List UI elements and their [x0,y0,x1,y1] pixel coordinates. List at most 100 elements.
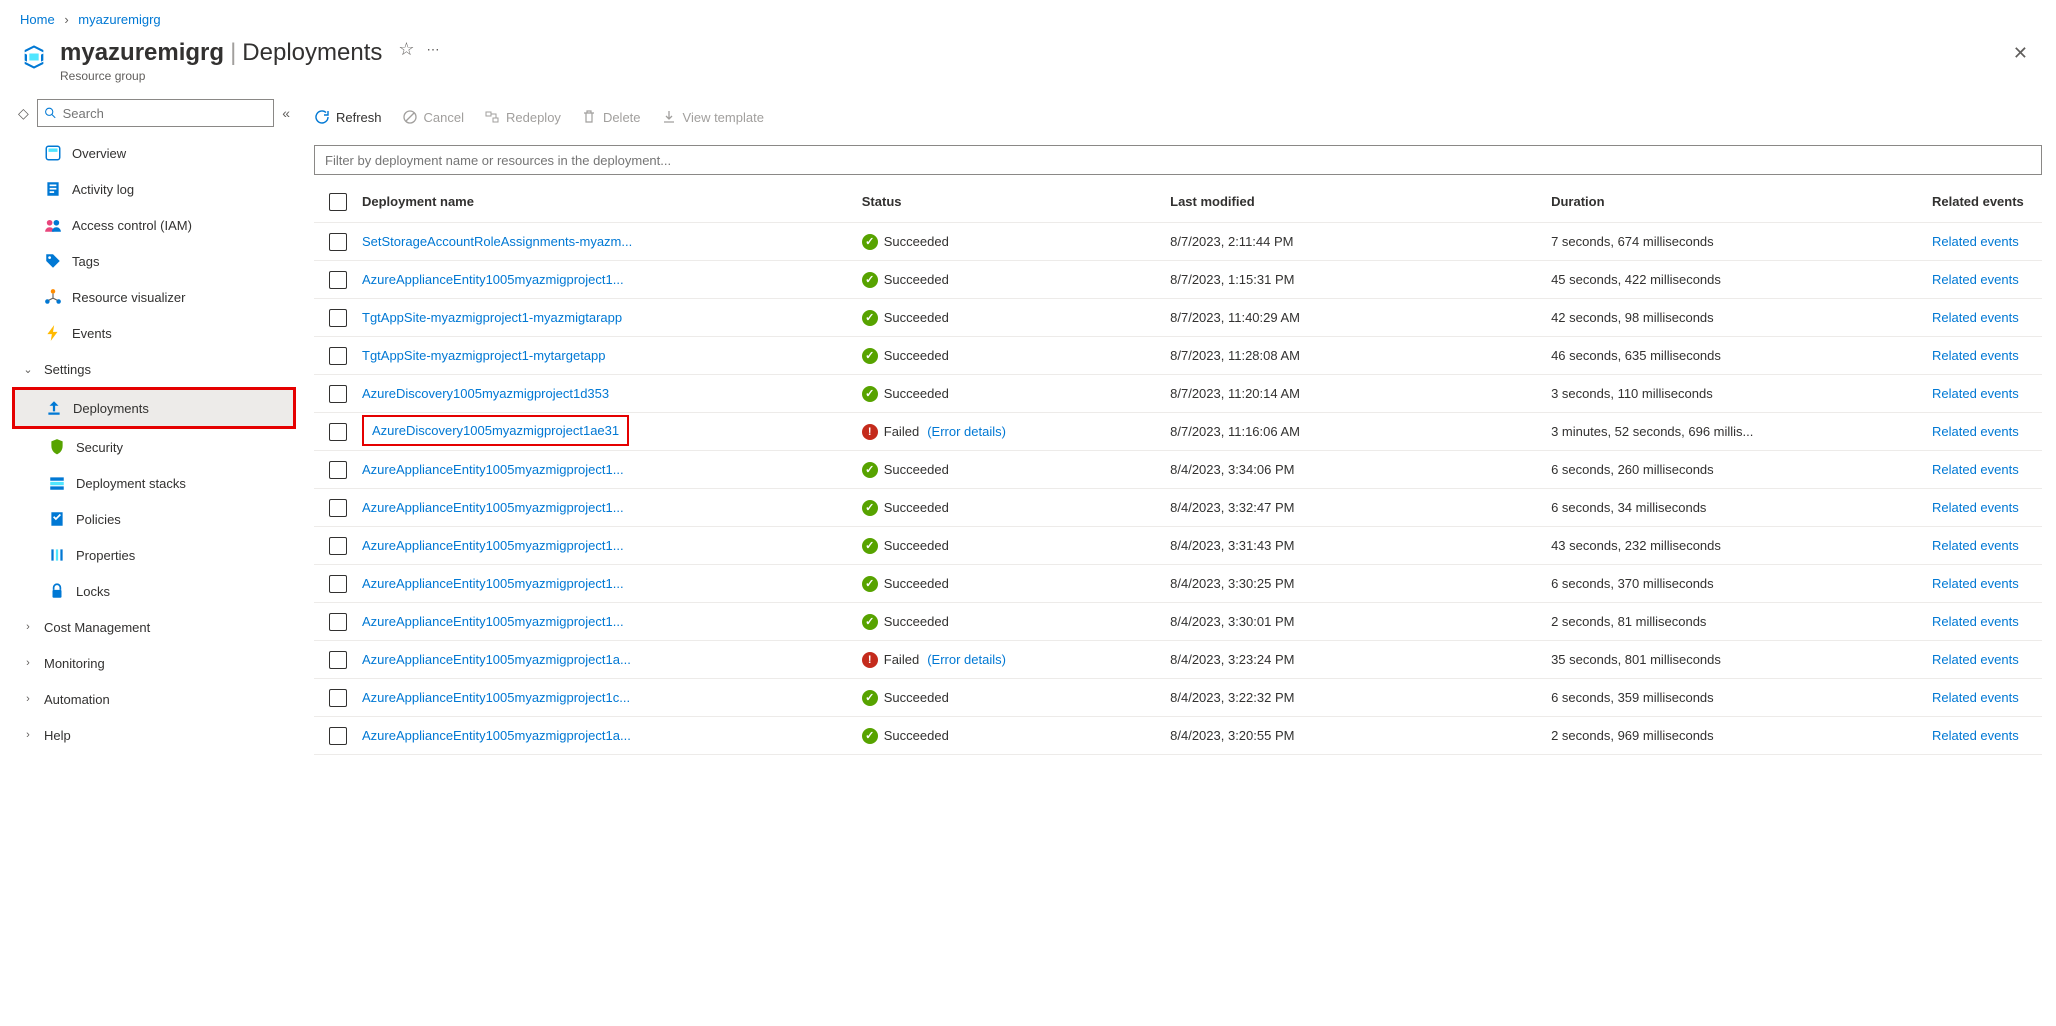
related-events-link[interactable]: Related events [1932,348,2019,363]
related-events-link[interactable]: Related events [1932,614,2019,629]
related-events-link[interactable]: Related events [1932,310,2019,325]
row-checkbox[interactable] [329,651,347,669]
row-checkbox[interactable] [329,499,347,517]
deployment-name-link[interactable]: AzureApplianceEntity1005myazmigproject1.… [362,462,852,477]
row-checkbox[interactable] [329,575,347,593]
related-events-link[interactable]: Related events [1932,728,2019,743]
related-events-link[interactable]: Related events [1932,690,2019,705]
activity-icon [44,180,62,198]
filter-input[interactable] [325,153,2031,168]
status-text: Succeeded [884,272,949,287]
sidebar-item-deploy[interactable]: Deployments [15,390,293,426]
sidebar-item-label: Tags [72,254,99,269]
header-status[interactable]: Status [862,194,1170,209]
deployment-name-link[interactable]: SetStorageAccountRoleAssignments-myazm..… [362,234,852,249]
row-checkbox[interactable] [329,537,347,555]
related-events-link[interactable]: Related events [1932,272,2019,287]
related-events-link[interactable]: Related events [1932,424,2019,439]
success-icon: ✓ [862,576,878,592]
sidebar-item-label: Access control (IAM) [72,218,192,233]
table-header: Deployment name Status Last modified Dur… [314,181,2042,223]
delete-button: Delete [581,109,641,125]
filter-box[interactable] [314,145,2042,175]
deployment-name-link[interactable]: AzureApplianceEntity1005myazmigproject1.… [362,614,852,629]
sidebar-item-stacks[interactable]: Deployment stacks [18,465,300,501]
row-checkbox[interactable] [329,461,347,479]
sidebar-item-properties[interactable]: Properties [18,537,300,573]
related-events-link[interactable]: Related events [1932,652,2019,667]
header-duration[interactable]: Duration [1551,194,1932,209]
sidebar-group[interactable]: ›Help [18,717,300,753]
sidebar-group[interactable]: ›Monitoring [18,645,300,681]
duration: 42 seconds, 98 milliseconds [1551,310,1932,325]
locks-icon [48,582,66,600]
sidebar-item-events[interactable]: Events [18,315,300,351]
deployment-name-link[interactable]: AzureApplianceEntity1005myazmigproject1a… [362,728,852,743]
deployment-name-link[interactable]: AzureDiscovery1005myazmigproject1ae31 [362,415,629,446]
deployment-name-link[interactable]: AzureApplianceEntity1005myazmigproject1c… [362,690,852,705]
row-checkbox[interactable] [329,385,347,403]
favorite-icon[interactable]: ☆ [398,39,414,60]
deployment-name-link[interactable]: TgtAppSite-myazmigproject1-myazmigtarapp [362,310,852,325]
related-events-link[interactable]: Related events [1932,576,2019,591]
header-modified[interactable]: Last modified [1170,194,1551,209]
sidebar-group-label: Help [44,728,71,743]
header-name[interactable]: Deployment name [362,194,862,209]
pin-icon[interactable]: ◇ [18,105,29,122]
row-checkbox[interactable] [329,689,347,707]
row-checkbox[interactable] [329,347,347,365]
deployment-name-link[interactable]: TgtAppSite-myazmigproject1-mytargetapp [362,348,852,363]
deployment-name-link[interactable]: AzureApplianceEntity1005myazmigproject1.… [362,500,852,515]
status-text: Failed [884,424,919,439]
more-icon[interactable]: ⋯ [427,42,440,58]
download-icon [661,109,677,125]
sidebar-search[interactable] [37,99,274,127]
overview-icon [44,144,62,162]
sidebar-group[interactable]: ›Cost Management [18,609,300,645]
sidebar-search-input[interactable] [63,106,268,121]
sidebar-group[interactable]: ›Automation [18,681,300,717]
sidebar-item-tags[interactable]: Tags [18,243,300,279]
sidebar-item-locks[interactable]: Locks [18,573,300,609]
deployment-name-link[interactable]: AzureApplianceEntity1005myazmigproject1.… [362,538,852,553]
table-row: AzureApplianceEntity1005myazmigproject1.… [314,527,2042,565]
header-events[interactable]: Related events [1932,194,2042,209]
row-checkbox[interactable] [329,309,347,327]
sidebar-item-label: Activity log [72,182,134,197]
breadcrumb-rg[interactable]: myazuremigrg [78,12,160,27]
last-modified: 8/4/2023, 3:31:43 PM [1170,538,1551,553]
sidebar-item-visualizer[interactable]: Resource visualizer [18,279,300,315]
refresh-button[interactable]: Refresh [314,109,382,125]
deployment-name-link[interactable]: AzureDiscovery1005myazmigproject1d353 [362,386,852,401]
error-details-link[interactable]: (Error details) [927,424,1006,439]
deployment-name-link[interactable]: AzureApplianceEntity1005myazmigproject1.… [362,576,852,591]
sidebar-item-overview[interactable]: Overview [18,135,300,171]
table-row: AzureApplianceEntity1005myazmigproject1.… [314,261,2042,299]
row-checkbox[interactable] [329,727,347,745]
last-modified: 8/7/2023, 11:40:29 AM [1170,310,1551,325]
row-checkbox[interactable] [329,423,347,441]
table-row: AzureApplianceEntity1005myazmigproject1.… [314,565,2042,603]
close-button[interactable]: ✕ [2005,39,2036,68]
sidebar-item-policies[interactable]: Policies [18,501,300,537]
settings-group[interactable]: ⌄ Settings [18,351,300,387]
related-events-link[interactable]: Related events [1932,500,2019,515]
collapse-sidebar-icon[interactable]: « [282,105,290,121]
related-events-link[interactable]: Related events [1932,234,2019,249]
row-checkbox[interactable] [329,613,347,631]
select-all-checkbox[interactable] [329,193,347,211]
redeploy-button: Redeploy [484,109,561,125]
breadcrumb-home[interactable]: Home [20,12,55,27]
related-events-link[interactable]: Related events [1932,462,2019,477]
sidebar-item-activity[interactable]: Activity log [18,171,300,207]
row-checkbox[interactable] [329,233,347,251]
related-events-link[interactable]: Related events [1932,386,2019,401]
sidebar-item-security[interactable]: Security [18,429,300,465]
last-modified: 8/4/2023, 3:30:25 PM [1170,576,1551,591]
deployment-name-link[interactable]: AzureApplianceEntity1005myazmigproject1.… [362,272,852,287]
deployment-name-link[interactable]: AzureApplianceEntity1005myazmigproject1a… [362,652,852,667]
row-checkbox[interactable] [329,271,347,289]
error-details-link[interactable]: (Error details) [927,652,1006,667]
related-events-link[interactable]: Related events [1932,538,2019,553]
sidebar-item-iam[interactable]: Access control (IAM) [18,207,300,243]
